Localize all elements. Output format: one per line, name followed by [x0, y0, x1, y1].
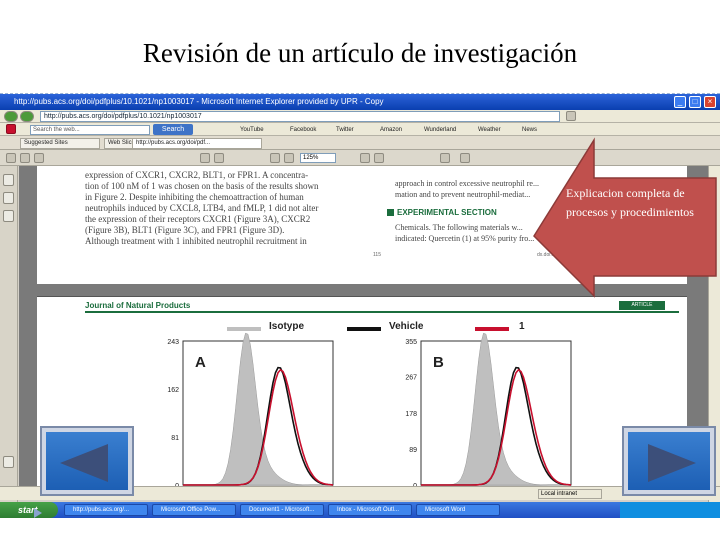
arrow-right-icon — [648, 444, 696, 482]
arrow-left-icon — [60, 444, 108, 482]
callout-text: Explicacion completa de procesos y proce… — [566, 186, 694, 219]
next-slide-button[interactable] — [622, 426, 716, 496]
slide-marker-icon — [34, 508, 42, 518]
previous-slide-button[interactable] — [40, 426, 134, 496]
previous-slide-face — [46, 432, 128, 490]
next-slide-face — [628, 432, 710, 490]
